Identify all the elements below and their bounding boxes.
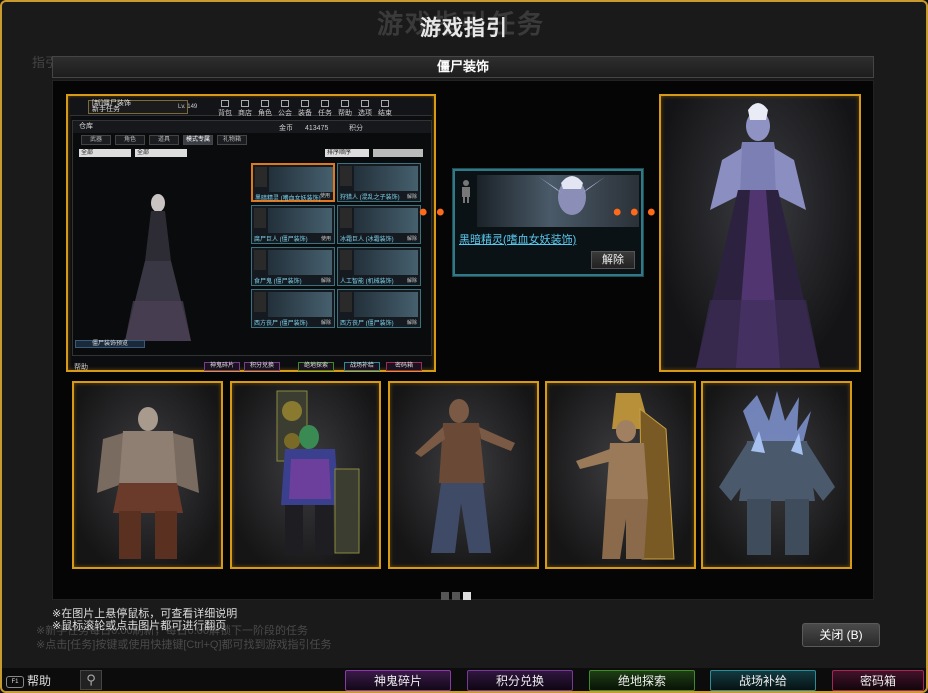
bottom-bar: F1 帮助 ⚲ 神鬼碎片 积分兑换 绝地探索 战场补给 密码箱 xyxy=(2,668,926,691)
boombox-zombie-figure xyxy=(276,390,359,555)
menu-help-icon: 帮助 xyxy=(338,100,352,117)
page-dot[interactable] xyxy=(441,592,449,600)
help-button[interactable]: F1 帮助 xyxy=(6,672,51,689)
search-box xyxy=(373,149,423,157)
game-top-bar: [新]僵尸装饰 新手任务 Lv. 149 背包 商店 角色 公会 装备 任务 帮助… xyxy=(70,98,432,117)
meaty-zombie-figure xyxy=(96,407,199,559)
page-indicator xyxy=(441,587,474,605)
preview-button: 僵尸装饰预览 xyxy=(75,340,145,348)
menu-gear-icon: 装备 xyxy=(298,100,312,117)
instruction-notes: ※在图片上悬停鼠标，可查看详细说明 ※鼠标滚轮或点击图片都可进行翻页 xyxy=(52,608,237,632)
page-dot-active[interactable] xyxy=(463,592,471,600)
inventory-window: 仓库 金币 413475 积分 武器 角色 道具 模式专属 礼物箱 全部 全部 … xyxy=(72,120,432,356)
person-silhouette-icon xyxy=(462,180,470,203)
costume-thumbnail[interactable] xyxy=(545,381,696,569)
inventory-item: 人工智能 (机械装饰) 解除 xyxy=(337,247,421,286)
guide-image-viewer[interactable]: [新]僵尸装饰 新手任务 Lv. 149 背包 商店 角色 公会 装备 任务 帮助… xyxy=(52,80,874,600)
game-bottom-btn: 神鬼碎片 xyxy=(204,362,240,371)
menu-shop-icon: 商店 xyxy=(238,100,252,117)
menu-guild-icon: 公会 xyxy=(278,100,292,117)
inventory-item: 腐尸巨人 (僵尸装饰) 使用 xyxy=(251,205,335,244)
item-name-link[interactable]: 黑暗精灵(嗜血女妖装饰) xyxy=(459,231,576,247)
exploration-button[interactable]: 绝地探索 xyxy=(589,670,695,691)
note-line: ※在图片上悬停鼠标，可查看详细说明 xyxy=(52,608,238,620)
game-bottom-btn: 密码箱 xyxy=(386,362,422,371)
inventory-item: 黑暗精灵 (嗜血女妖装饰) 使用 xyxy=(251,163,335,202)
player-level: Lv. 149 xyxy=(178,104,198,110)
unequip-button[interactable]: 解除 xyxy=(591,251,635,269)
inventory-screenshot[interactable]: [新]僵尸装饰 新手任务 Lv. 149 背包 商店 角色 公会 装备 任务 帮助… xyxy=(66,94,436,372)
section-title: 僵尸装饰 xyxy=(52,56,874,78)
menu-options-icon: 选项 xyxy=(358,100,372,117)
menu-char-icon: 角色 xyxy=(258,100,272,117)
sort-select: 排序顺序 xyxy=(325,149,369,157)
inventory-item: 西方丧尸 (僵尸装饰) 解除 xyxy=(251,289,335,328)
dark-elf-figure xyxy=(696,103,820,368)
menu-exit-icon: 结束 xyxy=(378,100,392,117)
inventory-item: 食尸鬼 (僵尸装饰) 解除 xyxy=(251,247,335,286)
costume-thumbnail[interactable] xyxy=(701,381,852,569)
points-exchange-button[interactable]: 积分兑换 xyxy=(467,670,573,691)
inventory-header: 仓库 金币 413475 积分 xyxy=(73,121,431,133)
battle-supply-button[interactable]: 战场补给 xyxy=(710,670,816,691)
game-guide-window: 游戏指引任务 指引任务 游戏指引 僵尸装饰 [新]僵尸装饰新手任务 Lv. 14… xyxy=(0,0,928,693)
game-bottom-btn: 战场补给 xyxy=(344,362,380,371)
inventory-item: 西方丧尸 (僵尸装饰) 解除 xyxy=(337,289,421,328)
page-dot[interactable] xyxy=(452,592,460,600)
inventory-item: 狩猎人 (混乱之子装饰) 解除 xyxy=(337,163,421,202)
featured-costume-image[interactable] xyxy=(659,94,861,372)
pharaoh-zombie-figure xyxy=(575,393,675,560)
password-box-button[interactable]: 密码箱 xyxy=(832,670,924,691)
menu-bag-icon: 背包 xyxy=(218,100,232,117)
ragged-zombie-figure xyxy=(414,399,515,553)
costume-thumbnail[interactable] xyxy=(388,381,539,569)
search-icon[interactable]: ⚲ xyxy=(80,670,102,690)
game-help-label: 帮助 xyxy=(74,364,88,371)
costume-thumbnail[interactable] xyxy=(72,381,223,569)
close-button[interactable]: 关闭 (B) xyxy=(802,623,880,647)
dialog-title: 游戏指引 xyxy=(420,17,508,40)
character-preview xyxy=(125,194,191,341)
crystal-golem-figure xyxy=(718,391,835,555)
menu-quest-icon: 任务 xyxy=(318,100,332,117)
game-bottom-btn: 绝地探索 xyxy=(298,362,334,371)
shenguipiece-button[interactable]: 神鬼碎片 xyxy=(345,670,451,691)
inventory-item: 冰霜巨人 (冰霜装饰) 解除 xyxy=(337,205,421,244)
filter-select-1: 全部 xyxy=(79,149,131,157)
game-bottom-btn: 积分兑换 xyxy=(244,362,280,371)
note-line: ※鼠标滚轮或点击图片都可进行翻页 xyxy=(52,620,227,632)
keyboard-icon: F1 xyxy=(6,675,24,688)
costume-thumbnail[interactable] xyxy=(230,381,381,569)
filter-select-2: 全部 xyxy=(135,149,187,157)
player-name-box: [新]僵尸装饰 新手任务 xyxy=(88,100,188,114)
